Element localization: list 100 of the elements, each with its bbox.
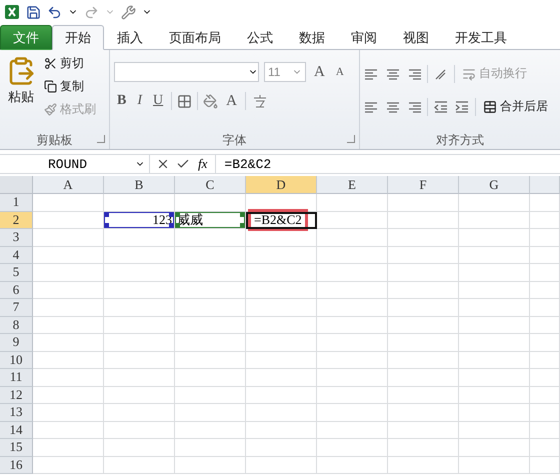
grid-cell[interactable] xyxy=(175,246,246,264)
grid-cell[interactable] xyxy=(530,404,560,422)
align-left-icon[interactable] xyxy=(364,100,380,114)
column-header[interactable]: B xyxy=(104,176,175,194)
row-header[interactable]: 10 xyxy=(0,352,33,369)
grid-cell[interactable] xyxy=(317,316,388,334)
grid-cell[interactable] xyxy=(33,282,104,299)
grid-cell[interactable] xyxy=(317,212,388,229)
grid-cell[interactable] xyxy=(104,299,175,316)
grid-cell[interactable] xyxy=(104,386,175,404)
grid-cell[interactable] xyxy=(530,456,560,474)
row-header[interactable]: 7 xyxy=(0,299,33,316)
grid-cell[interactable] xyxy=(246,264,317,282)
grid-cell[interactable] xyxy=(33,439,104,456)
grid-cell[interactable] xyxy=(317,194,388,212)
grid-cell[interactable] xyxy=(33,352,104,369)
grid-cell[interactable] xyxy=(459,282,530,299)
grid-cell[interactable] xyxy=(33,194,104,212)
grid-cell[interactable] xyxy=(388,212,459,229)
grid-cell[interactable] xyxy=(246,404,317,422)
grid-cell[interactable] xyxy=(317,386,388,404)
row-header[interactable]: 1 xyxy=(0,194,33,212)
grid-cell[interactable] xyxy=(459,439,530,456)
grid-cell[interactable] xyxy=(104,456,175,474)
grid-cell[interactable] xyxy=(246,422,317,439)
grid-cell[interactable] xyxy=(388,282,459,299)
grid-cell[interactable] xyxy=(530,246,560,264)
fill-bucket-icon[interactable] xyxy=(203,94,218,108)
copy-button[interactable]: 复制 xyxy=(42,77,98,96)
grid-cell[interactable] xyxy=(317,439,388,456)
grow-font-button[interactable]: A xyxy=(311,64,328,80)
grid-cell[interactable] xyxy=(459,299,530,316)
dialog-launcher-icon[interactable] xyxy=(97,135,105,143)
paste-button[interactable]: 粘贴 xyxy=(4,54,38,131)
grid-cell[interactable] xyxy=(246,439,317,456)
row-header[interactable]: 2 xyxy=(0,212,33,229)
grid-cell[interactable] xyxy=(104,246,175,264)
grid-cell[interactable] xyxy=(175,334,246,352)
grid-cell[interactable] xyxy=(459,194,530,212)
column-header[interactable]: D xyxy=(246,176,317,194)
ribbon-tab[interactable]: 审阅 xyxy=(338,25,390,50)
grid-cell[interactable] xyxy=(388,194,459,212)
grid-cell[interactable] xyxy=(246,334,317,352)
grid-cell[interactable] xyxy=(388,334,459,352)
grid-cell[interactable] xyxy=(175,229,246,246)
grid-cell[interactable] xyxy=(246,229,317,246)
borders-icon[interactable] xyxy=(177,94,192,108)
grid-cell[interactable] xyxy=(104,369,175,386)
grid-cell[interactable] xyxy=(388,264,459,282)
grid-cell[interactable] xyxy=(317,264,388,282)
column-header[interactable]: G xyxy=(459,176,530,194)
font-name-field[interactable] xyxy=(114,62,259,82)
grid-cell[interactable] xyxy=(175,404,246,422)
grid-cell[interactable] xyxy=(459,352,530,369)
column-header[interactable] xyxy=(530,176,560,194)
insert-function-button[interactable]: fx xyxy=(196,156,210,172)
grid-cell[interactable] xyxy=(388,422,459,439)
underline-button[interactable]: U xyxy=(150,93,166,109)
merge-center-button[interactable]: 合并后居 xyxy=(481,97,550,116)
grid-cell[interactable] xyxy=(33,386,104,404)
grid-cell[interactable] xyxy=(317,456,388,474)
wrench-icon[interactable] xyxy=(121,4,136,20)
undo-icon[interactable] xyxy=(47,4,62,20)
grid-cell[interactable] xyxy=(530,352,560,369)
grid-cell[interactable] xyxy=(33,369,104,386)
grid-cell[interactable] xyxy=(388,229,459,246)
grid-cell[interactable] xyxy=(317,352,388,369)
grid-cell[interactable] xyxy=(530,316,560,334)
grid-cell[interactable] xyxy=(388,404,459,422)
ribbon-tab[interactable]: 视图 xyxy=(390,25,442,50)
ribbon-tab[interactable]: 公式 xyxy=(234,25,286,50)
grid-cell[interactable] xyxy=(459,386,530,404)
grid-cell[interactable] xyxy=(175,369,246,386)
grid-cell[interactable] xyxy=(459,369,530,386)
grid-cell[interactable] xyxy=(530,334,560,352)
grid-cell[interactable] xyxy=(33,334,104,352)
grid-cell[interactable] xyxy=(104,316,175,334)
grid-cell[interactable] xyxy=(175,282,246,299)
grid-cell[interactable] xyxy=(459,246,530,264)
row-header[interactable]: 6 xyxy=(0,282,33,299)
grid-cell[interactable] xyxy=(175,316,246,334)
grid-cell[interactable] xyxy=(104,282,175,299)
grid-cell[interactable] xyxy=(530,299,560,316)
grid-cell[interactable] xyxy=(530,282,560,299)
grid-cell[interactable] xyxy=(388,316,459,334)
row-header[interactable]: 14 xyxy=(0,422,33,439)
grid-cell[interactable] xyxy=(459,456,530,474)
row-header[interactable]: 13 xyxy=(0,404,33,422)
grid-cell[interactable] xyxy=(175,386,246,404)
grid-cell[interactable] xyxy=(104,352,175,369)
grid-cell[interactable] xyxy=(104,229,175,246)
align-right-icon[interactable] xyxy=(406,100,422,114)
grid-cell[interactable] xyxy=(175,352,246,369)
grid-cell[interactable] xyxy=(317,246,388,264)
select-all-corner[interactable] xyxy=(0,176,33,194)
grid-cell[interactable] xyxy=(459,212,530,229)
grid-cell[interactable] xyxy=(459,334,530,352)
row-header[interactable]: 3 xyxy=(0,229,33,246)
shrink-font-button[interactable]: A xyxy=(332,66,347,78)
file-tab[interactable]: 文件 xyxy=(0,25,52,50)
